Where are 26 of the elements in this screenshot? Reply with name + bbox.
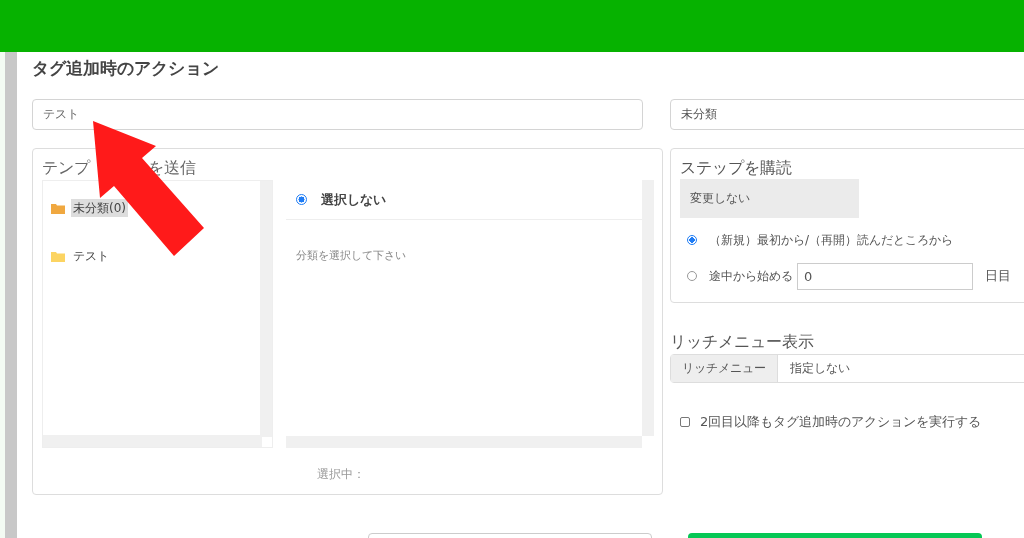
select-value: 指定しない — [789, 360, 851, 377]
category-select[interactable]: 未分類 — [670, 99, 1024, 130]
checkbox[interactable] — [680, 416, 690, 427]
folder-icon — [51, 250, 65, 262]
suffix-label: 日目 — [985, 267, 1011, 286]
radio-button[interactable] — [296, 194, 307, 205]
page-title: タグ追加時のアクション — [32, 57, 219, 80]
panel-heading: テンプ — [42, 157, 90, 179]
radio-label: 途中から始める — [709, 268, 793, 285]
current-step: 変更しない — [680, 179, 859, 218]
folder-item[interactable]: 未分類(0) — [71, 199, 128, 217]
hint-text: 分類を選択して下さい — [296, 248, 406, 264]
input-addon: リッチメニュー — [671, 355, 778, 382]
checkbox-label: 2回目以降もタグ追加時のアクションを実行する — [700, 413, 982, 431]
selection-label: 選択中： — [317, 466, 365, 483]
rich-menu-select[interactable]: リッチメニュー 指定しない — [670, 354, 1024, 383]
day-input[interactable]: 0 — [797, 262, 973, 290]
section-heading: リッチメニュー表示 — [670, 331, 814, 353]
folder-icon — [51, 202, 65, 214]
radio-label: 選択しない — [321, 190, 386, 209]
radio-label: （新規）最初から/（再開）読んだところから — [709, 232, 954, 249]
panel-heading: ステップを購読 — [680, 157, 792, 179]
folder-item[interactable]: テスト — [71, 247, 111, 265]
tag-name-field[interactable]: テスト — [32, 99, 643, 130]
radio-button[interactable] — [687, 235, 697, 245]
scrollbar[interactable] — [5, 52, 17, 538]
